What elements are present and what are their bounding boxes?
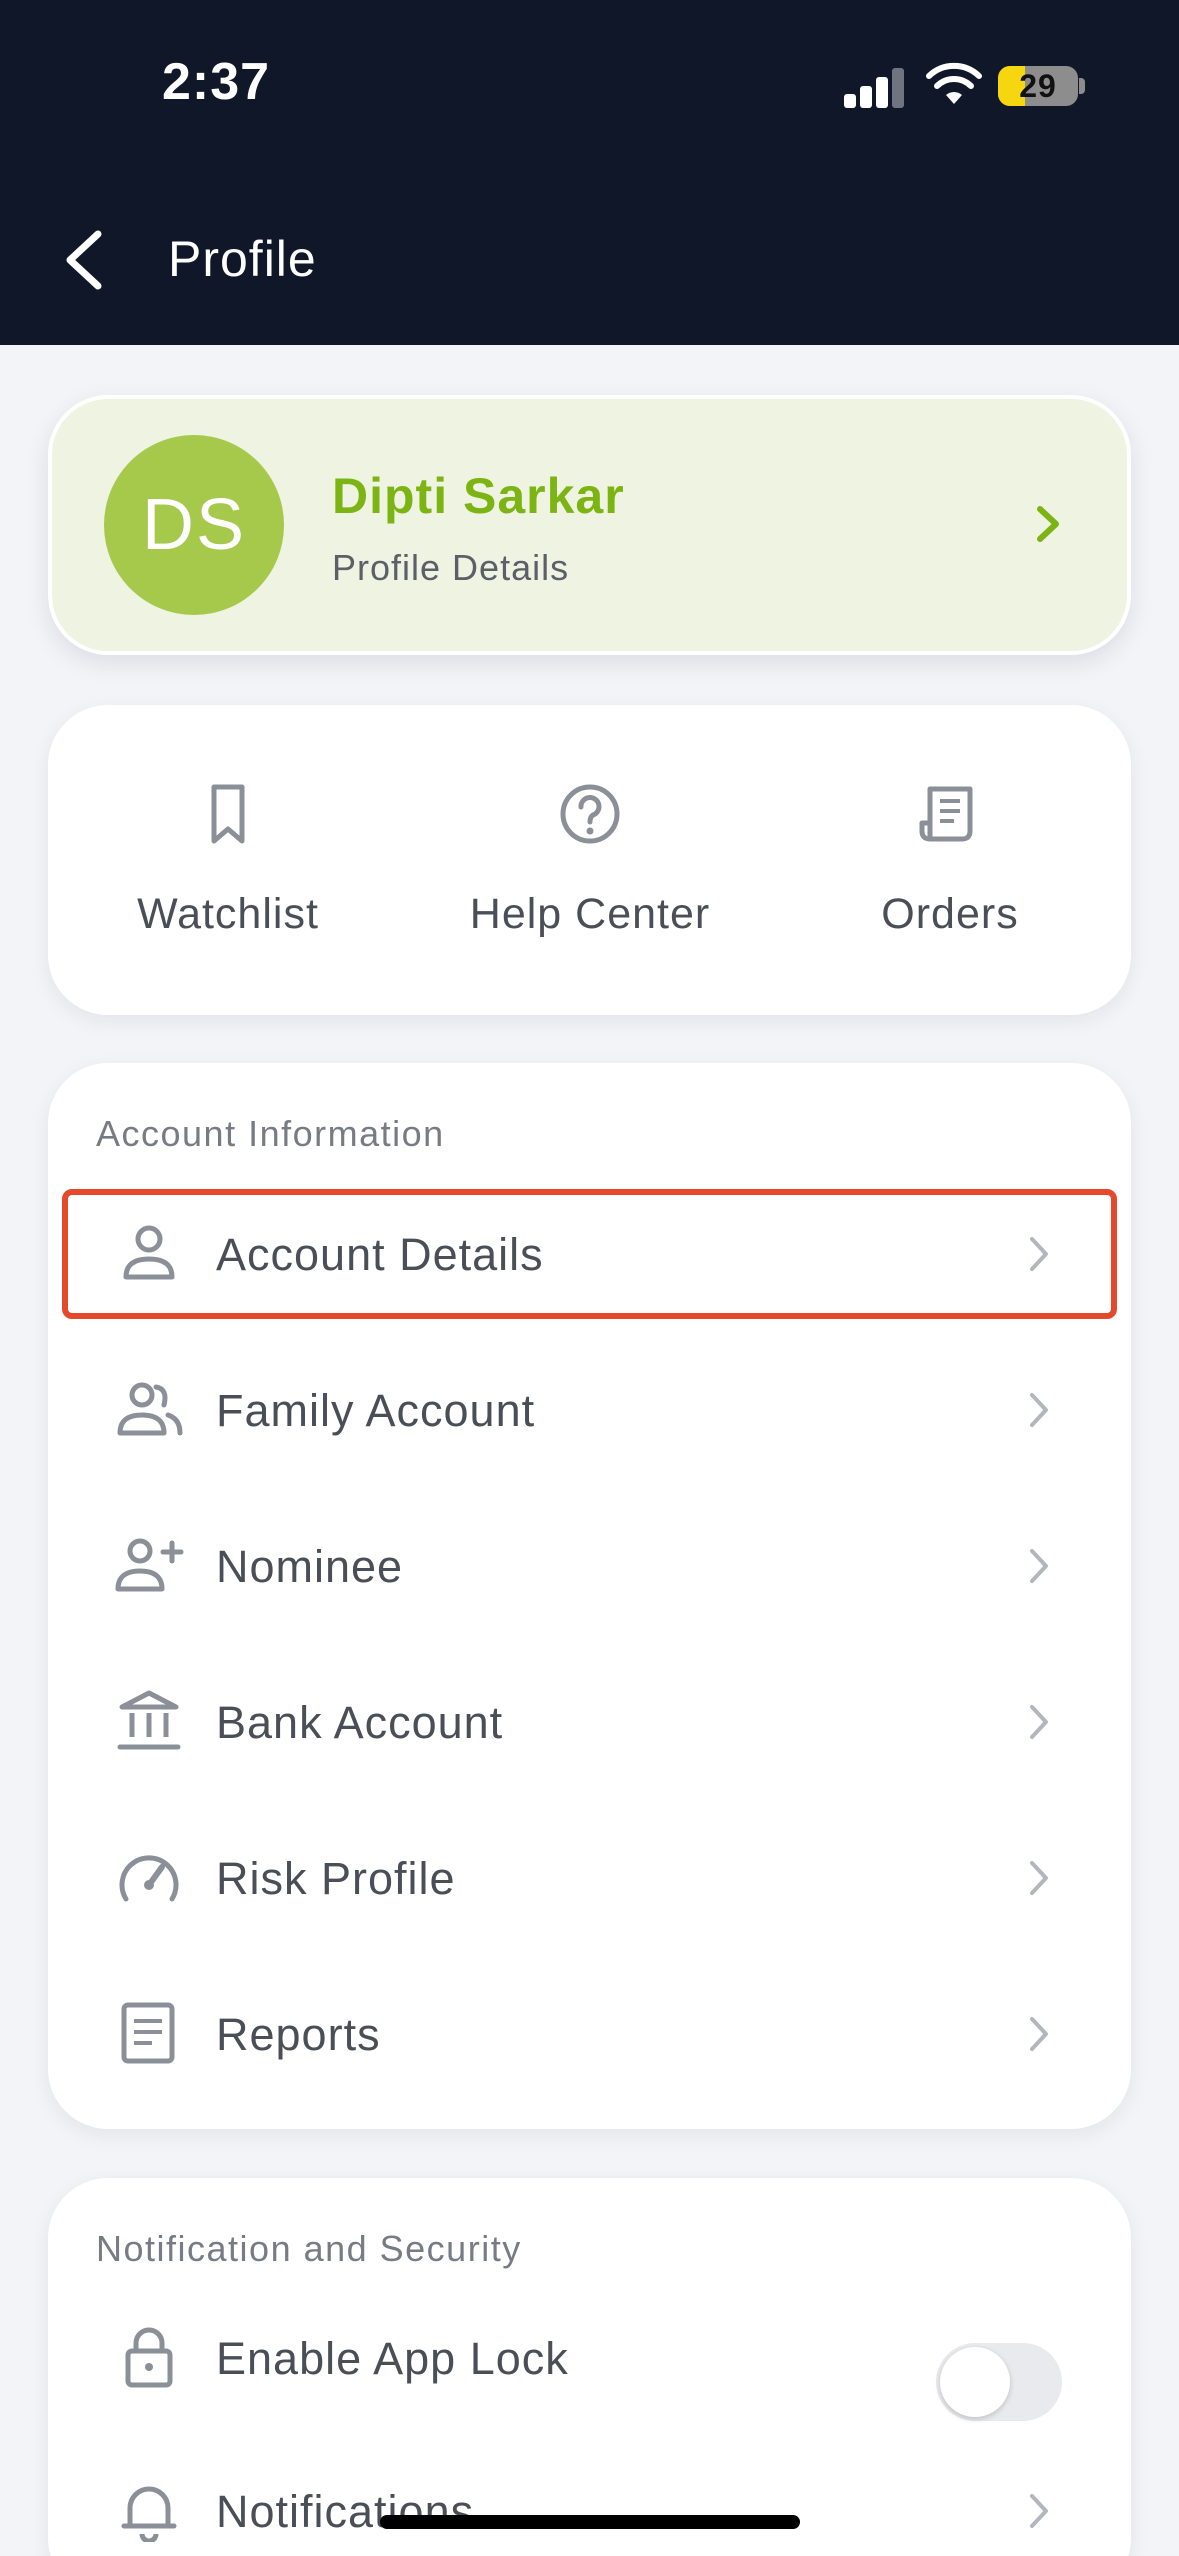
chevron-right-icon: [1030, 1237, 1048, 1271]
top-bar: 2:37 29 Profile: [0, 0, 1179, 345]
avatar: DS: [104, 435, 284, 615]
bookmark-icon: [211, 784, 245, 844]
avatar-initials: DS: [141, 485, 247, 565]
user-plus-icon: [115, 1538, 184, 1592]
family-account-row[interactable]: Family Account: [62, 1345, 1117, 1475]
section-title-notification-security: Notification and Security: [96, 2228, 522, 2269]
account-information-card: Account Information Account Details Fami…: [48, 1063, 1131, 2129]
help-center-button[interactable]: Help Center: [468, 705, 712, 1015]
notifications-row[interactable]: Notifications: [62, 2446, 1117, 2556]
bank-account-row[interactable]: Bank Account: [62, 1657, 1117, 1787]
profile-name: Dipti Sarkar: [332, 468, 625, 524]
help-circle-icon: [560, 784, 620, 844]
quick-actions-card: Watchlist Help Center Orders: [48, 705, 1131, 1015]
wifi-icon: [926, 62, 982, 104]
row-label: Enable App Lock: [216, 2333, 569, 2384]
row-label: Family Account: [216, 1385, 536, 1436]
watchlist-label: Watchlist: [137, 890, 319, 938]
receipt-icon: [919, 786, 973, 842]
home-indicator: [380, 2515, 800, 2529]
help-center-label: Help Center: [469, 890, 711, 938]
bank-icon: [117, 1690, 181, 1750]
row-label: Account Details: [216, 1229, 544, 1280]
page-title: Profile: [168, 231, 317, 287]
bell-icon: [121, 2486, 177, 2542]
lock-icon: [125, 2327, 173, 2388]
profile-card[interactable]: DS Dipti Sarkar Profile Details: [48, 395, 1131, 655]
orders-button[interactable]: Orders: [830, 705, 1070, 1015]
users-icon: [117, 1382, 183, 1436]
cellular-signal-icon: [844, 66, 906, 108]
risk-profile-row[interactable]: Risk Profile: [62, 1813, 1117, 1943]
battery-icon: 29: [998, 66, 1078, 106]
battery-percent: 29: [1019, 68, 1057, 104]
row-label: Notifications: [216, 2486, 475, 2537]
row-label: Bank Account: [216, 1697, 504, 1748]
nominee-row[interactable]: Nominee: [62, 1501, 1117, 1631]
chevron-right-icon: [1037, 506, 1059, 542]
chevron-right-icon: [1030, 1549, 1048, 1583]
chevron-right-icon: [1030, 2494, 1048, 2528]
battery-cap: [1079, 78, 1085, 94]
chevron-right-icon: [1030, 1861, 1048, 1895]
chevron-right-icon: [1030, 1393, 1048, 1427]
document-icon: [121, 2002, 175, 2064]
gauge-icon: [119, 1855, 179, 1902]
reports-row[interactable]: Reports: [62, 1969, 1117, 2099]
row-label: Risk Profile: [216, 1853, 456, 1904]
account-details-row[interactable]: Account Details: [62, 1189, 1117, 1319]
chevron-right-icon: [1030, 2017, 1048, 2051]
watchlist-button[interactable]: Watchlist: [108, 705, 348, 1015]
status-time: 2:37: [162, 53, 271, 111]
section-title-account-information: Account Information: [96, 1113, 445, 1154]
chevron-right-icon: [1030, 1705, 1048, 1739]
orders-label: Orders: [881, 890, 1019, 938]
user-icon: [123, 1225, 175, 1280]
row-label: Reports: [216, 2009, 381, 2060]
row-label: Nominee: [216, 1541, 404, 1592]
profile-subtitle: Profile Details: [332, 547, 570, 588]
app-lock-toggle[interactable]: [936, 2343, 1062, 2421]
back-chevron-icon[interactable]: [56, 220, 116, 300]
toggle-knob: [940, 2347, 1010, 2417]
